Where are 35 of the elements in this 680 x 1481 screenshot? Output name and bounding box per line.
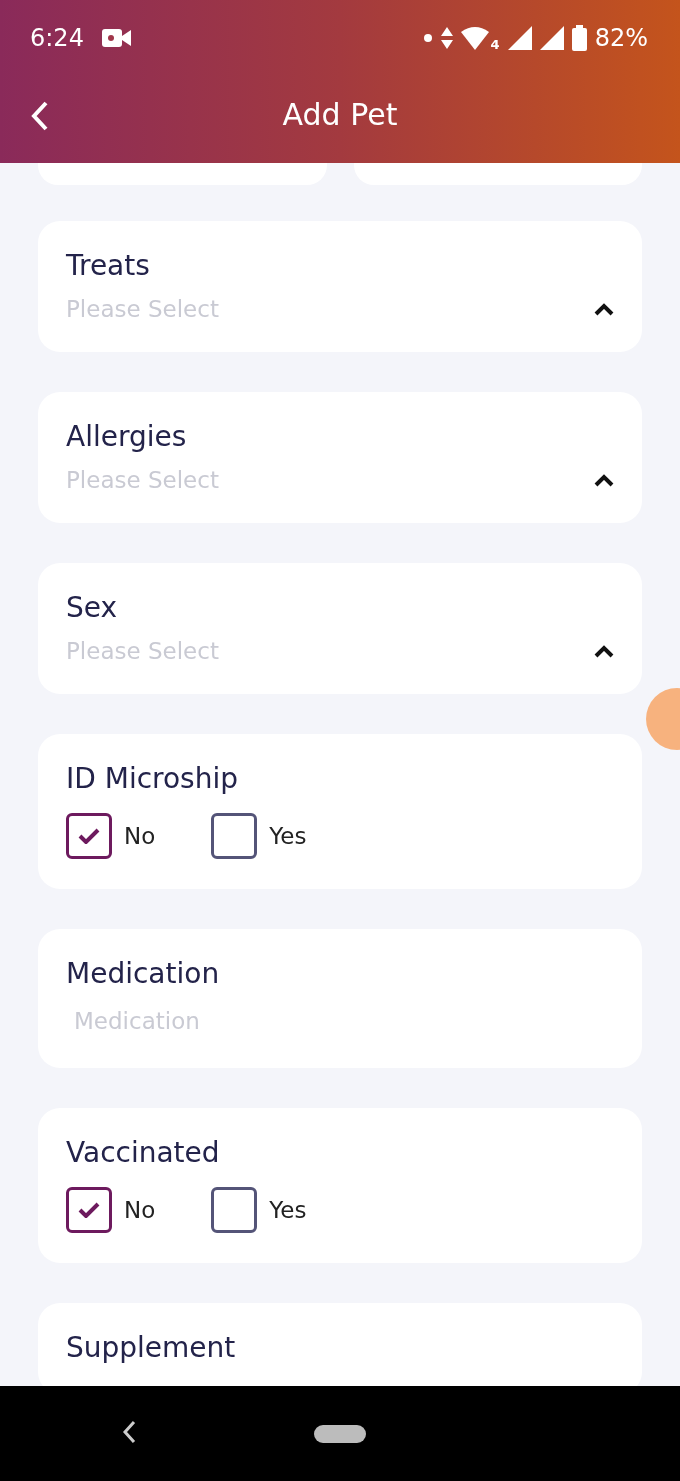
checkbox-option[interactable]: Yes bbox=[211, 1187, 307, 1233]
check-icon bbox=[78, 1202, 100, 1218]
back-icon bbox=[30, 100, 50, 132]
back-nav-icon[interactable] bbox=[122, 1420, 136, 1444]
field-label: Supplement bbox=[66, 1331, 236, 1364]
check-icon bbox=[78, 828, 100, 844]
home-button[interactable] bbox=[314, 1424, 366, 1443]
video-camera-icon bbox=[101, 28, 132, 48]
select-card[interactable]: Supplement bbox=[38, 1303, 642, 1386]
caret-up-icon bbox=[594, 473, 614, 487]
battery-icon bbox=[571, 25, 587, 51]
data-arrows-icon bbox=[440, 27, 453, 49]
field-label: Treats bbox=[66, 249, 150, 282]
field-label: Vaccinated bbox=[66, 1136, 220, 1169]
notification-dot-icon bbox=[422, 33, 433, 43]
caret-up-icon bbox=[594, 644, 614, 658]
caret-up-icon bbox=[594, 302, 614, 316]
checkbox[interactable] bbox=[211, 1187, 258, 1233]
status-time: 6:24 bbox=[30, 24, 84, 52]
checkbox-option[interactable]: Yes bbox=[211, 813, 307, 859]
checkbox[interactable] bbox=[66, 813, 112, 859]
field-label: Allergies bbox=[66, 420, 187, 453]
battery-percent: 82% bbox=[594, 24, 648, 52]
checkbox[interactable] bbox=[66, 1187, 112, 1233]
checkbox[interactable] bbox=[211, 813, 258, 859]
wifi-icon bbox=[460, 26, 489, 50]
field-label: Medication bbox=[66, 957, 220, 990]
network-type: 4 bbox=[490, 37, 500, 52]
signal-icon bbox=[539, 26, 564, 50]
field-label: ID Microship bbox=[66, 762, 238, 795]
page-title: Add Pet bbox=[282, 97, 398, 132]
signal-icon bbox=[507, 26, 532, 50]
field-label: Sex bbox=[66, 591, 118, 624]
checkbox-option[interactable]: No bbox=[66, 1187, 156, 1233]
checkbox-option[interactable]: No bbox=[66, 813, 156, 859]
